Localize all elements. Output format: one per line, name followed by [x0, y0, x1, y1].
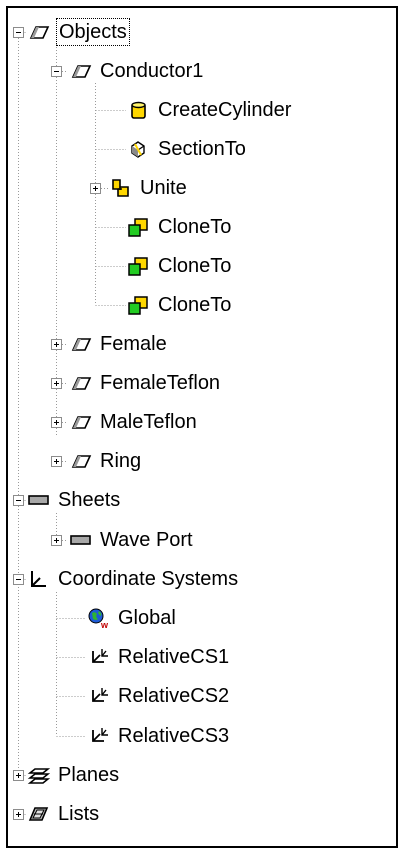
tree-node-lists[interactable]: Lists	[26, 796, 101, 832]
tree-label-clone-to: CloneTo	[158, 216, 232, 238]
cylinder-icon	[131, 101, 146, 119]
sheets-collapse-toggle[interactable]	[13, 495, 24, 506]
tree-label-relative-cs1: RelativeCS1	[118, 646, 230, 668]
tree-node-section-to[interactable]: SectionTo	[126, 131, 248, 167]
wave-port-expand-toggle[interactable]	[51, 535, 62, 546]
tree-label-conductor1: Conductor1	[100, 60, 204, 82]
tree-label-global: Global	[118, 607, 176, 629]
solid-object-icon	[71, 416, 92, 429]
conductor1-collapse-toggle[interactable]	[51, 66, 62, 77]
objects-collapse-toggle[interactable]	[13, 27, 24, 38]
section-icon	[131, 141, 145, 158]
tree-label-lists: Lists	[58, 803, 100, 825]
tree-label-clone-to: CloneTo	[158, 294, 232, 316]
tree-node-ring[interactable]: Ring	[68, 443, 143, 479]
relative-cs-icon	[92, 688, 108, 702]
tree-label-section-to: SectionTo	[158, 138, 246, 160]
tree-node-male-teflon[interactable]: MaleTeflon	[68, 404, 199, 440]
tree-node-planes[interactable]: Planes	[26, 757, 121, 793]
planes-expand-toggle[interactable]	[13, 770, 24, 781]
tree-node-global[interactable]: w Global	[86, 600, 178, 636]
tree-label-relative-cs2: RelativeCS2	[118, 685, 230, 707]
tree-node-relative-cs2[interactable]: RelativeCS2	[86, 678, 231, 714]
tree-node-sheets[interactable]: Sheets	[26, 482, 122, 518]
tree-node-create-cylinder[interactable]: CreateCylinder	[126, 92, 293, 128]
tree-label-female: Female	[100, 333, 167, 355]
tree-node-conductor1[interactable]: Conductor1	[68, 53, 205, 89]
solid-object-icon	[71, 455, 92, 468]
tree-node-female[interactable]: Female	[68, 326, 169, 362]
tree-label-planes: Planes	[58, 764, 120, 786]
tree-node-coordinate-systems[interactable]: Coordinate Systems	[26, 561, 240, 597]
male-teflon-expand-toggle[interactable]	[51, 417, 62, 428]
female-expand-toggle[interactable]	[51, 339, 62, 350]
tree-label-ring: Ring	[100, 450, 142, 472]
tree-node-wave-port[interactable]: Wave Port	[68, 522, 195, 558]
unite-expand-toggle[interactable]	[90, 183, 101, 194]
tree-node-clone-to[interactable]: CloneTo	[126, 287, 233, 323]
relative-cs-icon	[92, 649, 108, 663]
solid-object-icon	[71, 377, 92, 390]
coordinate-axes-icon	[31, 571, 46, 587]
ring-expand-toggle[interactable]	[51, 456, 62, 467]
tree-label-objects: Objects	[56, 18, 130, 46]
tree-label-clone-to: CloneTo	[158, 255, 232, 277]
tree-label-create-cylinder: CreateCylinder	[158, 99, 292, 121]
female-teflon-expand-toggle[interactable]	[51, 378, 62, 389]
solid-object-icon	[71, 65, 92, 78]
tree-label-female-teflon: FemaleTeflon	[100, 372, 221, 394]
tree-node-female-teflon[interactable]: FemaleTeflon	[68, 365, 222, 401]
svg-text:w: w	[100, 620, 109, 629]
tree-node-clone-to[interactable]: CloneTo	[126, 248, 233, 284]
clone-icon	[128, 257, 148, 276]
tree-node-relative-cs1[interactable]: RelativeCS1	[86, 639, 231, 675]
tree-label-unite: Unite	[140, 177, 187, 199]
tree-node-relative-cs3[interactable]: RelativeCS3	[86, 718, 231, 754]
relative-cs-icon	[92, 728, 108, 742]
clone-icon	[128, 296, 148, 315]
tree-node-unite[interactable]: Unite	[108, 170, 189, 206]
solid-object-icon	[29, 26, 50, 39]
planes-icon	[27, 768, 50, 784]
lists-expand-toggle[interactable]	[13, 809, 24, 820]
global-cs-icon: w	[88, 608, 109, 629]
tree-label-coordinate-systems: Coordinate Systems	[58, 568, 239, 590]
tree-label-wave-port: Wave Port	[100, 529, 193, 551]
unite-icon	[112, 179, 129, 197]
sheet-icon	[28, 495, 49, 505]
project-tree-panel: Objects Conductor1 CreateCylinder Sectio…	[6, 6, 398, 848]
clone-icon	[128, 218, 148, 237]
tree-node-objects[interactable]: Objects	[26, 14, 130, 50]
tree-label-sheets: Sheets	[58, 489, 121, 511]
sheet-icon	[70, 535, 91, 545]
tree-node-clone-to[interactable]: CloneTo	[126, 209, 233, 245]
tree-label-relative-cs3: RelativeCS3	[118, 725, 230, 747]
solid-object-icon	[71, 338, 92, 351]
coordinate-systems-collapse-toggle[interactable]	[13, 574, 24, 585]
tree-label-male-teflon: MaleTeflon	[100, 411, 197, 433]
lists-icon	[28, 807, 49, 821]
